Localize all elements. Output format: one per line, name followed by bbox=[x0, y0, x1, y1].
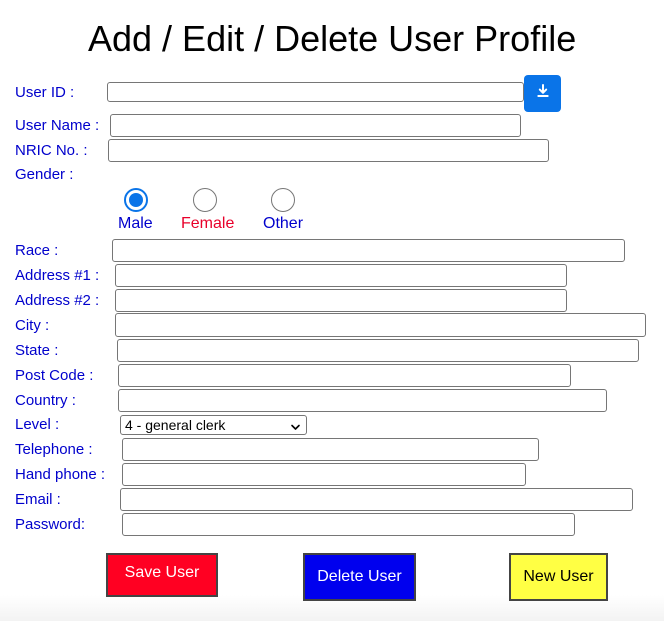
gender-other-label[interactable]: Other bbox=[263, 215, 303, 233]
race-input[interactable] bbox=[112, 239, 625, 262]
user-id-label: User ID : bbox=[15, 84, 75, 101]
user-name-label: User Name : bbox=[15, 117, 100, 134]
level-selected-value: 4 - general clerk bbox=[125, 417, 226, 433]
telephone-label: Telephone : bbox=[15, 441, 93, 458]
address1-label: Address #1 : bbox=[15, 267, 100, 284]
download-icon bbox=[536, 84, 550, 103]
gender-female-label[interactable]: Female bbox=[181, 215, 234, 233]
hand-phone-label: Hand phone : bbox=[15, 466, 106, 483]
gender-male-label[interactable]: Male bbox=[118, 215, 153, 233]
password-label: Password: bbox=[15, 516, 86, 533]
delete-user-button[interactable]: Delete User bbox=[303, 553, 416, 601]
race-label: Race : bbox=[15, 242, 59, 259]
new-user-label: New User bbox=[523, 568, 594, 585]
address1-input[interactable] bbox=[115, 264, 567, 287]
city-input[interactable] bbox=[115, 313, 646, 337]
address2-input[interactable] bbox=[115, 289, 567, 312]
nric-input[interactable] bbox=[108, 139, 549, 162]
gender-other-radio[interactable] bbox=[271, 188, 295, 212]
user-name-input[interactable] bbox=[110, 114, 521, 137]
level-select[interactable]: 4 - general clerk bbox=[120, 415, 307, 435]
state-label: State : bbox=[15, 342, 59, 359]
city-label: City : bbox=[15, 317, 50, 334]
telephone-input[interactable] bbox=[122, 438, 539, 461]
chevron-down-icon bbox=[290, 420, 301, 436]
level-label: Level : bbox=[15, 416, 60, 433]
page-title: Add / Edit / Delete User Profile bbox=[88, 18, 577, 59]
hand-phone-input[interactable] bbox=[122, 463, 526, 486]
country-label: Country : bbox=[15, 392, 76, 409]
gender-male-radio[interactable] bbox=[124, 188, 148, 212]
post-code-input[interactable] bbox=[118, 364, 571, 387]
user-profile-page: Add / Edit / Delete User Profile User ID… bbox=[0, 0, 664, 621]
save-user-button[interactable]: Save User bbox=[106, 553, 218, 597]
delete-user-label: Delete User bbox=[317, 568, 402, 585]
nric-label: NRIC No. : bbox=[15, 142, 88, 159]
new-user-button[interactable]: New User bbox=[509, 553, 608, 601]
state-input[interactable] bbox=[117, 339, 639, 362]
password-input[interactable] bbox=[122, 513, 575, 536]
user-id-input[interactable] bbox=[107, 82, 524, 102]
gender-female-radio[interactable] bbox=[193, 188, 217, 212]
address2-label: Address #2 : bbox=[15, 292, 100, 309]
country-input[interactable] bbox=[118, 389, 607, 412]
email-label: Email : bbox=[15, 491, 61, 508]
post-code-label: Post Code : bbox=[15, 367, 94, 384]
email-input[interactable] bbox=[120, 488, 633, 511]
save-user-label: Save User bbox=[124, 564, 200, 581]
lookup-user-button[interactable] bbox=[524, 75, 561, 112]
gender-label: Gender : bbox=[15, 166, 74, 183]
